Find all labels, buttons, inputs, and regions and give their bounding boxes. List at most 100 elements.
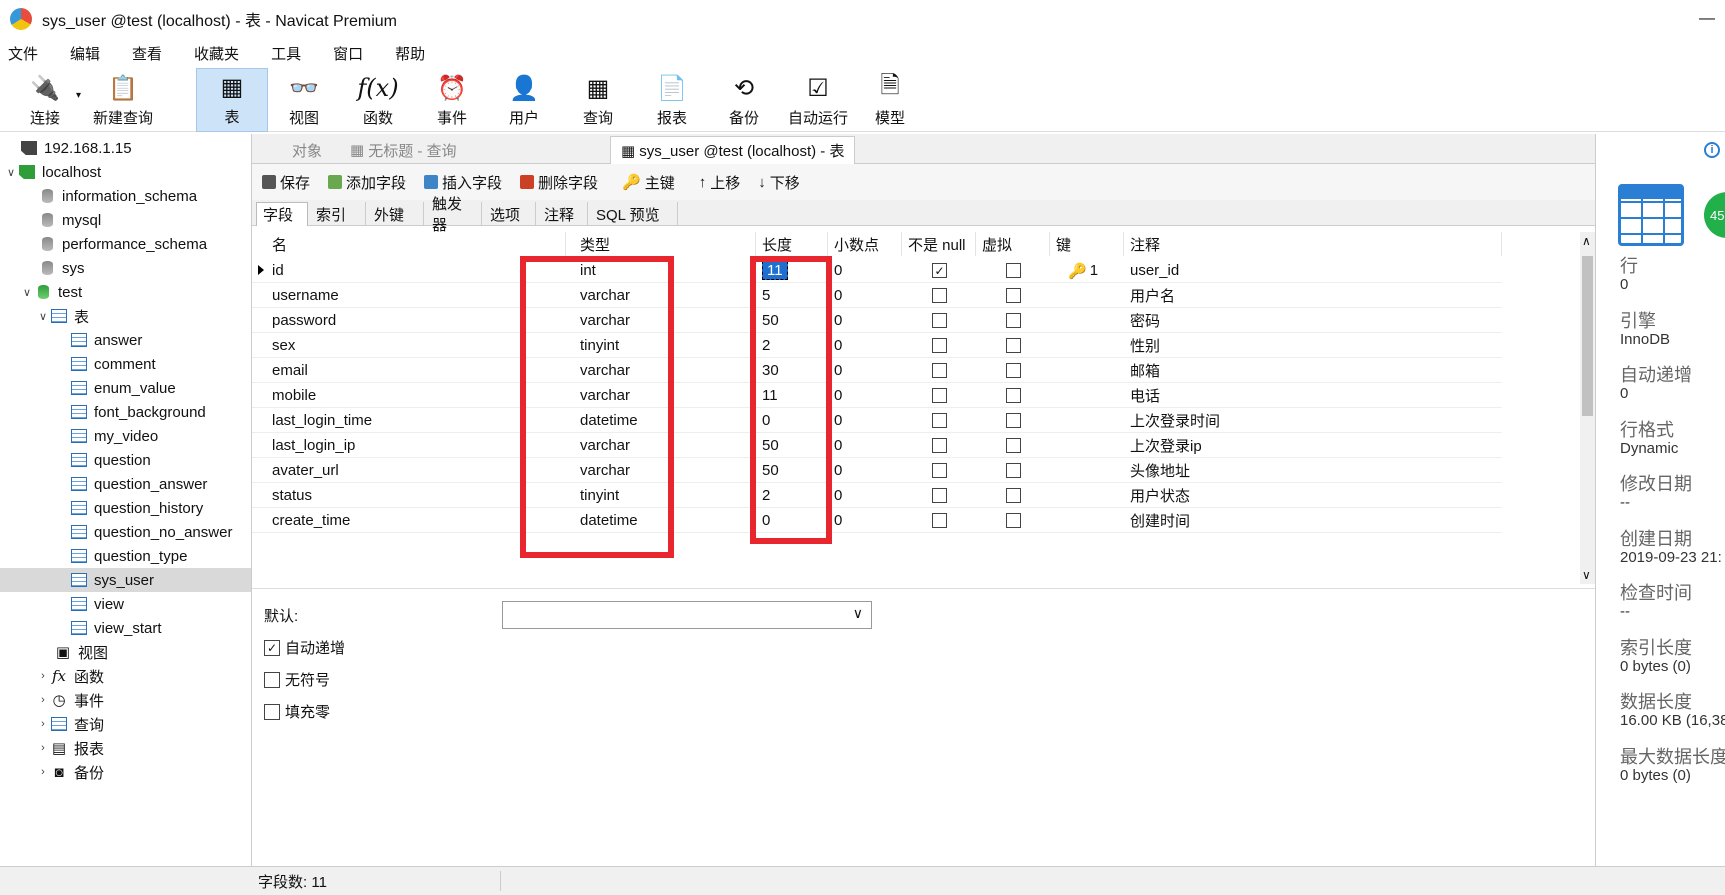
table-row[interactable]: status tinyint 2 0 用户状态	[252, 483, 1502, 508]
cell-virtual-checkbox[interactable]	[1000, 508, 1021, 533]
zerofill-checkbox[interactable]: 填充零	[264, 701, 330, 722]
chevron-down-icon[interactable]: ∨	[36, 310, 50, 323]
cell-not-null-checkbox[interactable]	[926, 458, 947, 483]
menu-tools[interactable]: 工具	[271, 43, 301, 64]
toolbar-model-button[interactable]: 🗎 模型	[862, 68, 918, 132]
chevron-down-icon[interactable]: ∨	[20, 286, 34, 299]
tree-connection-localhost[interactable]: ∨ localhost	[0, 160, 251, 184]
cell-virtual-checkbox[interactable]	[1000, 308, 1021, 333]
cell-comment[interactable]: 密码	[1124, 308, 1160, 333]
cell-name[interactable]: status	[266, 483, 312, 508]
tab-sql-preview[interactable]: SQL 预览	[590, 202, 678, 226]
cell-not-null-checkbox[interactable]	[926, 358, 947, 383]
chevron-right-icon[interactable]: ›	[36, 742, 50, 754]
chevron-right-icon[interactable]: ›	[36, 718, 50, 730]
tab-options[interactable]: 选项	[484, 202, 536, 226]
cell-virtual-checkbox[interactable]	[1000, 433, 1021, 458]
cell-name[interactable]: mobile	[266, 383, 316, 408]
primary-key-button[interactable]: 🔑 主键	[622, 172, 675, 193]
minimize-icon[interactable]: —	[1699, 10, 1715, 28]
tab-triggers[interactable]: 触发器	[426, 196, 482, 234]
toolbar-query-button[interactable]: ▦ 查询	[570, 68, 626, 132]
tree-table[interactable]: my_video	[0, 424, 251, 448]
cell-comment[interactable]: 电话	[1124, 383, 1160, 408]
move-down-button[interactable]: ↓ 下移	[758, 172, 800, 193]
cell-comment[interactable]: 上次登录时间	[1124, 408, 1220, 433]
cell-virtual-checkbox[interactable]	[1000, 383, 1021, 408]
cell-comment[interactable]: 头像地址	[1124, 458, 1190, 483]
column-header-type[interactable]: 类型	[574, 232, 756, 256]
table-row[interactable]: avater_url varchar 50 0 头像地址	[252, 458, 1502, 483]
chevron-right-icon[interactable]: ›	[36, 670, 50, 682]
cell-not-null-checkbox[interactable]	[926, 283, 947, 308]
cell-virtual-checkbox[interactable]	[1000, 358, 1021, 383]
tree-table[interactable]: question_answer	[0, 472, 251, 496]
cell-not-null-checkbox[interactable]	[926, 508, 947, 533]
menu-file[interactable]: 文件	[8, 43, 38, 64]
column-header-name[interactable]: 名	[266, 232, 566, 256]
column-header-length[interactable]: 长度	[756, 232, 828, 256]
menu-help[interactable]: 帮助	[395, 43, 425, 64]
cell-comment[interactable]: 邮箱	[1124, 358, 1160, 383]
cell-comment[interactable]: user_id	[1124, 258, 1179, 283]
insert-field-button[interactable]: 插入字段	[424, 172, 502, 193]
cell-comment[interactable]: 用户状态	[1124, 483, 1190, 508]
tree-db-performance-schema[interactable]: performance_schema	[0, 232, 251, 256]
tree-db-sys[interactable]: sys	[0, 256, 251, 280]
chevron-right-icon[interactable]: ›	[36, 766, 50, 778]
tree-events-folder[interactable]: › ◷ 事件	[0, 688, 251, 712]
cell-key[interactable]: 🔑 1	[1062, 258, 1098, 283]
cell-not-null-checkbox[interactable]	[926, 408, 947, 433]
cell-not-null-checkbox[interactable]	[926, 383, 947, 408]
table-row[interactable]: username varchar 5 0 用户名	[252, 283, 1502, 308]
toolbar-event-button[interactable]: ⏰ 事件	[424, 68, 480, 132]
table-row[interactable]: sex tinyint 2 0 性别	[252, 333, 1502, 358]
cell-name[interactable]: last_login_ip	[266, 433, 355, 458]
tab-sys-user-table[interactable]: ▦ sys_user @test (localhost) - 表	[610, 136, 856, 164]
menu-edit[interactable]: 编辑	[70, 43, 100, 64]
cell-name[interactable]: username	[266, 283, 339, 308]
table-row[interactable]: create_time datetime 0 0 创建时间	[252, 508, 1502, 533]
table-row[interactable]: id int 11 0 ✓ 🔑 1 user_id	[252, 258, 1502, 283]
tree-table[interactable]: view_start	[0, 616, 251, 640]
connect-dropdown-icon[interactable]: ▾	[76, 90, 81, 101]
delete-field-button[interactable]: 删除字段	[520, 172, 598, 193]
cell-name[interactable]: last_login_time	[266, 408, 372, 433]
chevron-down-icon[interactable]: ∨	[4, 166, 18, 179]
chevron-right-icon[interactable]: ›	[36, 694, 50, 706]
scroll-up-icon[interactable]: ∧	[1582, 234, 1591, 248]
menu-window[interactable]: 窗口	[333, 43, 363, 64]
toolbar-autorun-button[interactable]: ☑ 自动运行	[782, 68, 854, 132]
table-row[interactable]: last_login_time datetime 0 0 上次登录时间	[252, 408, 1502, 433]
cell-not-null-checkbox[interactable]	[926, 433, 947, 458]
cell-not-null-checkbox[interactable]: ✓	[926, 258, 947, 283]
scroll-down-icon[interactable]: ∨	[1582, 568, 1591, 582]
table-row[interactable]: mobile varchar 11 0 电话	[252, 383, 1502, 408]
cell-virtual-checkbox[interactable]	[1000, 283, 1021, 308]
tree-table[interactable]: font_background	[0, 400, 251, 424]
toolbar-new-query-button[interactable]: 📋 新建查询	[88, 68, 158, 132]
add-field-button[interactable]: 添加字段	[328, 172, 406, 193]
column-header-comment[interactable]: 注释	[1124, 232, 1502, 256]
table-row[interactable]: last_login_ip varchar 50 0 上次登录ip	[252, 433, 1502, 458]
tab-objects[interactable]: 对象	[282, 136, 332, 164]
auto-increment-checkbox[interactable]: ✓ 自动递增	[264, 637, 345, 658]
tree-tables-folder[interactable]: ∨ 表	[0, 304, 251, 328]
tree-table[interactable]: answer	[0, 328, 251, 352]
toolbar-report-button[interactable]: 📄 报表	[644, 68, 700, 132]
cell-comment[interactable]: 上次登录ip	[1124, 433, 1202, 458]
tree-backups-folder[interactable]: › ◙ 备份	[0, 760, 251, 784]
column-header-decimals[interactable]: 小数点	[828, 232, 902, 256]
cell-not-null-checkbox[interactable]	[926, 308, 947, 333]
cell-comment[interactable]: 性别	[1124, 333, 1160, 358]
tree-connection-remote[interactable]: 192.168.1.15	[0, 136, 251, 160]
tab-foreign-keys[interactable]: 外键	[368, 202, 424, 226]
scrollbar-thumb[interactable]	[1582, 256, 1593, 416]
table-row[interactable]: password varchar 50 0 密码	[252, 308, 1502, 333]
tree-reports-folder[interactable]: › ▤ 报表	[0, 736, 251, 760]
toolbar-table-button[interactable]: ▦ 表	[196, 68, 268, 132]
cell-virtual-checkbox[interactable]	[1000, 333, 1021, 358]
cell-not-null-checkbox[interactable]	[926, 333, 947, 358]
cell-name[interactable]: email	[266, 358, 308, 383]
tab-indexes[interactable]: 索引	[310, 202, 366, 226]
